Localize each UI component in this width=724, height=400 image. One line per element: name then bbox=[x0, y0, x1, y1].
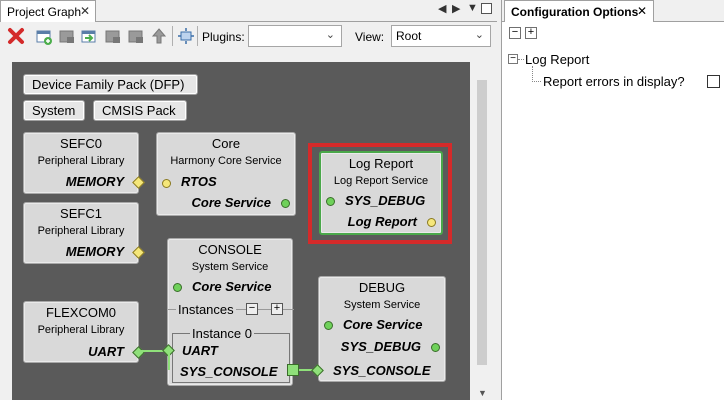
core-service-port-icon[interactable] bbox=[173, 283, 182, 292]
toolbar-separator bbox=[197, 26, 198, 46]
configuration-options-panel: Configuration Options ✕ − + − Log Report… bbox=[501, 0, 724, 400]
view-label: View: bbox=[355, 30, 385, 44]
tree-connector bbox=[532, 66, 533, 82]
sefc1-node[interactable]: SEFC1 Peripheral Library MEMORY bbox=[23, 202, 145, 264]
fit-to-window-icon[interactable] bbox=[177, 27, 195, 45]
port-label: Core Service bbox=[192, 279, 272, 294]
plugins-select[interactable]: ⌄ bbox=[248, 25, 342, 47]
node-subtitle: System Service bbox=[343, 299, 421, 311]
tree-connector bbox=[532, 81, 541, 82]
connection-line bbox=[168, 352, 170, 370]
tree-collapse-toggle[interactable]: − bbox=[508, 54, 518, 64]
cmsis-chip[interactable]: CMSIS Pack bbox=[93, 100, 187, 121]
tab-bar: Configuration Options ✕ bbox=[502, 0, 724, 22]
node-title: Core bbox=[211, 136, 241, 151]
graph-canvas[interactable]: Device Family Pack (DFP) System CMSIS Pa… bbox=[12, 62, 470, 400]
node-subtitle: Peripheral Library bbox=[37, 155, 125, 167]
dropdown-icon[interactable]: ▼ bbox=[467, 2, 478, 14]
rtos-port-icon[interactable] bbox=[162, 179, 171, 188]
tab-configuration-options[interactable]: Configuration Options ✕ bbox=[504, 0, 654, 22]
node-subtitle: Peripheral Library bbox=[37, 324, 125, 336]
port-label: SYS_DEBUG bbox=[340, 339, 421, 354]
toolbar: Plugins: ⌄ View: Root ⌄ bbox=[0, 22, 497, 50]
port-label: SYS_CONSOLE bbox=[180, 364, 278, 379]
debug-node[interactable]: DEBUG System Service Core Service SYS_DE… bbox=[318, 276, 446, 382]
tab-bar: Project Graph ✕ ◀ ▶ ▼ bbox=[0, 0, 497, 22]
log-report-node[interactable]: Log Report Log Report Service SYS_DEBUG … bbox=[319, 151, 443, 235]
scrollbar-thumb[interactable] bbox=[477, 80, 487, 365]
plugins-label: Plugins: bbox=[202, 30, 245, 44]
log-report-port-icon[interactable] bbox=[427, 218, 436, 227]
node-title: FLEXCOM0 bbox=[45, 305, 117, 320]
project-graph-panel: Project Graph ✕ ◀ ▶ ▼ Plugins: ⌄ View: R… bbox=[0, 0, 497, 400]
port-label: Log Report bbox=[347, 214, 417, 229]
add-component-icon[interactable] bbox=[35, 27, 53, 45]
up-arrow-icon[interactable] bbox=[150, 27, 168, 45]
node-title: DEBUG bbox=[358, 280, 406, 295]
tree-item-report-errors: Report errors in display? bbox=[543, 74, 685, 89]
chevron-down-icon: ⌄ bbox=[474, 29, 484, 41]
core-node[interactable]: Core Harmony Core Service RTOS Core Serv… bbox=[156, 132, 296, 216]
port-label: Core Service bbox=[191, 195, 272, 210]
port-label: MEMORY bbox=[65, 244, 124, 259]
console-node[interactable]: CONSOLE System Service Core Service Inst… bbox=[167, 238, 294, 386]
scroll-down-icon[interactable]: ▼ bbox=[478, 388, 487, 398]
sys-debug-port-icon[interactable] bbox=[431, 343, 440, 352]
flexcom0-node[interactable]: FLEXCOM0 Peripheral Library UART bbox=[23, 301, 145, 363]
node-title: CONSOLE bbox=[198, 242, 262, 257]
remove-instance-button[interactable]: − bbox=[246, 303, 258, 315]
node-subtitle: Log Report Service bbox=[333, 175, 429, 187]
pin-icon[interactable] bbox=[127, 27, 145, 45]
sys-console-port-icon[interactable] bbox=[287, 364, 299, 376]
scroll-left-icon[interactable]: ◀ bbox=[438, 2, 446, 15]
port-label: MEMORY bbox=[65, 174, 124, 189]
view-value: Root bbox=[396, 29, 422, 43]
port-label: RTOS bbox=[181, 174, 217, 189]
toolbar-separator bbox=[172, 26, 173, 46]
expand-all-button[interactable]: + bbox=[525, 27, 537, 39]
node-title: SEFC0 bbox=[60, 136, 102, 151]
close-icon[interactable]: ✕ bbox=[637, 4, 647, 18]
port-label: SYS_CONSOLE bbox=[333, 363, 431, 378]
port-label: SYS_DEBUG bbox=[345, 193, 426, 208]
sys-debug-port-icon[interactable] bbox=[326, 197, 335, 206]
tab-label: Project Graph bbox=[7, 5, 82, 19]
add-to-group-icon[interactable] bbox=[80, 27, 98, 45]
memory-port-icon[interactable] bbox=[132, 246, 145, 259]
node-subtitle: Harmony Core Service bbox=[170, 155, 282, 167]
tree-connector bbox=[518, 59, 524, 60]
system-chip[interactable]: System bbox=[23, 100, 85, 121]
node-title: SEFC1 bbox=[60, 206, 102, 221]
delete-icon[interactable] bbox=[7, 27, 25, 45]
report-errors-checkbox[interactable] bbox=[707, 75, 720, 88]
node-title: Log Report bbox=[348, 156, 414, 171]
core-service-port-icon[interactable] bbox=[281, 199, 290, 208]
maximize-icon[interactable] bbox=[481, 3, 492, 14]
add-instance-button[interactable]: + bbox=[271, 303, 283, 315]
memory-port-icon[interactable] bbox=[132, 176, 145, 189]
port-label: Core Service bbox=[343, 317, 423, 332]
dfp-chip[interactable]: Device Family Pack (DFP) bbox=[23, 74, 198, 95]
core-service-port-icon[interactable] bbox=[324, 321, 333, 330]
node-subtitle: System Service bbox=[191, 261, 269, 273]
node-subtitle: Peripheral Library bbox=[37, 225, 125, 237]
port-label: UART bbox=[182, 343, 218, 358]
tab-label: Configuration Options bbox=[511, 5, 639, 19]
remove-from-group-icon[interactable] bbox=[104, 27, 122, 45]
port-label: UART bbox=[88, 344, 124, 359]
instance-title: Instance 0 bbox=[190, 326, 254, 341]
collapse-all-button[interactable]: − bbox=[509, 27, 521, 39]
chevron-down-icon: ⌄ bbox=[325, 29, 335, 41]
uart-port-icon[interactable] bbox=[132, 346, 145, 359]
instances-label: Instances bbox=[176, 302, 236, 317]
tree-item-log-report[interactable]: Log Report bbox=[525, 52, 589, 67]
sefc0-node[interactable]: SEFC0 Peripheral Library MEMORY bbox=[23, 132, 145, 194]
vertical-scrollbar[interactable]: ▼ bbox=[474, 62, 490, 400]
tab-project-graph[interactable]: Project Graph ✕ bbox=[0, 0, 96, 22]
group-icon[interactable] bbox=[58, 27, 76, 45]
scroll-right-icon[interactable]: ▶ bbox=[452, 2, 460, 15]
close-icon[interactable]: ✕ bbox=[80, 4, 90, 18]
view-select[interactable]: Root ⌄ bbox=[391, 25, 491, 47]
